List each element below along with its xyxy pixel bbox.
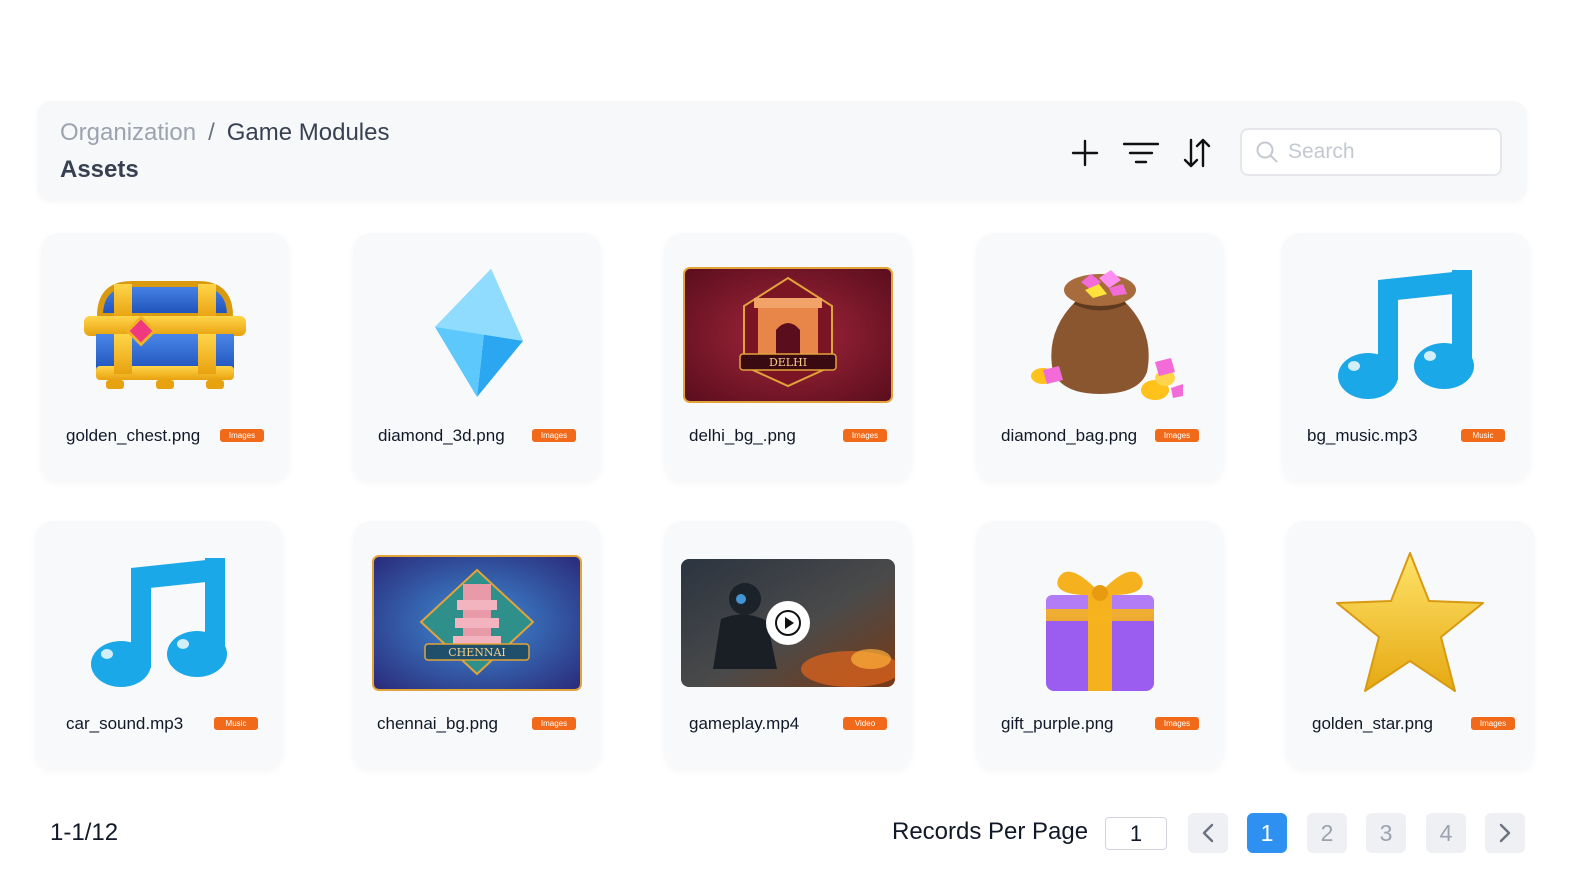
asset-thumbnail: CHENNAI xyxy=(353,549,601,697)
asset-type-badge: Images xyxy=(1155,717,1199,730)
delhi-caption: DELHI xyxy=(769,356,807,369)
asset-card[interactable]: bg_music.mp3 Music xyxy=(1282,233,1530,481)
sort-icon xyxy=(1183,138,1211,168)
asset-name: golden_star.png xyxy=(1312,714,1433,733)
asset-thumbnail xyxy=(1282,261,1530,409)
prev-page-button[interactable] xyxy=(1188,813,1228,853)
asset-type-badge: Images xyxy=(843,429,887,442)
gameplay-video-thumbnail xyxy=(681,559,895,687)
page-button-1[interactable]: 1 xyxy=(1247,813,1287,853)
asset-thumbnail xyxy=(976,261,1224,409)
asset-card[interactable]: diamond_bag.png Images xyxy=(976,233,1224,481)
chennai-caption: CHENNAI xyxy=(448,646,506,659)
asset-name: delhi_bg_.png xyxy=(689,426,796,445)
asset-name: gift_purple.png xyxy=(1001,714,1114,733)
chevron-right-icon xyxy=(1499,823,1511,843)
asset-thumbnail: DELHI xyxy=(664,261,912,409)
breadcrumb-game-modules[interactable]: Game Modules xyxy=(227,119,390,146)
asset-name: golden_chest.png xyxy=(66,426,201,445)
asset-thumbnail xyxy=(41,261,289,409)
asset-card[interactable]: golden_star.png Images xyxy=(1286,521,1534,769)
treasure-chest-image xyxy=(84,281,246,389)
add-button[interactable] xyxy=(1067,135,1103,171)
asset-type-badge: Images xyxy=(220,429,264,442)
asset-type-badge: Images xyxy=(1155,429,1199,442)
asset-type-badge: Images xyxy=(532,717,576,730)
sort-button[interactable] xyxy=(1179,135,1215,171)
asset-thumbnail xyxy=(664,549,912,697)
asset-thumbnail xyxy=(35,549,283,697)
asset-name: car_sound.mp3 xyxy=(66,714,184,733)
chennai-banner-image: CHENNAI xyxy=(372,555,582,691)
chevron-left-icon xyxy=(1202,823,1214,843)
asset-card[interactable]: gift_purple.png Images xyxy=(976,521,1224,769)
page-button-2[interactable]: 2 xyxy=(1307,813,1347,853)
asset-card[interactable]: diamond_3d.png Images xyxy=(353,233,601,481)
breadcrumb-separator: / xyxy=(208,119,215,146)
asset-type-badge: Video xyxy=(843,717,887,730)
delhi-banner-image: DELHI xyxy=(683,267,893,403)
next-page-button[interactable] xyxy=(1485,813,1525,853)
breadcrumb: Organization / Game Modules xyxy=(60,119,390,147)
records-range: 1-1/12 xyxy=(50,819,119,846)
asset-card[interactable]: golden_chest.png Images xyxy=(41,233,289,481)
records-per-page-input[interactable] xyxy=(1105,817,1167,850)
asset-name: gameplay.mp4 xyxy=(689,714,800,733)
diamond-image xyxy=(435,269,523,397)
plus-icon xyxy=(1071,139,1099,167)
asset-name: chennai_bg.png xyxy=(377,714,499,733)
asset-type-badge: Music xyxy=(1461,429,1505,442)
asset-card[interactable]: gameplay.mp4 Video xyxy=(664,521,912,769)
music-note-icon xyxy=(91,558,227,687)
page-button-3[interactable]: 3 xyxy=(1366,813,1406,853)
gold-star-image xyxy=(1336,552,1484,692)
asset-name: diamond_bag.png xyxy=(1001,426,1138,445)
search-icon xyxy=(1256,141,1278,163)
music-note-icon xyxy=(1338,270,1474,399)
asset-type-badge: Images xyxy=(1471,717,1515,730)
filter-icon xyxy=(1123,142,1159,164)
records-per-page-label: Records Per Page xyxy=(892,818,1089,845)
asset-thumbnail xyxy=(976,549,1224,697)
asset-name: diamond_3d.png xyxy=(378,426,505,445)
gem-sack-image xyxy=(1031,270,1183,400)
page-title: Assets xyxy=(60,156,139,183)
search-input[interactable] xyxy=(1288,140,1488,164)
search-box[interactable] xyxy=(1240,128,1502,176)
asset-card[interactable]: DELHI delhi_bg_.png Images xyxy=(664,233,912,481)
asset-type-badge: Music xyxy=(214,717,258,730)
page-button-4[interactable]: 4 xyxy=(1426,813,1466,853)
gift-box-image xyxy=(1046,571,1154,691)
header-bar: Organization / Game Modules Assets xyxy=(37,101,1527,201)
breadcrumb-organization[interactable]: Organization xyxy=(60,119,196,146)
asset-card[interactable]: CHENNAI chennai_bg.png Images xyxy=(353,521,601,769)
asset-type-badge: Images xyxy=(532,429,576,442)
filter-button[interactable] xyxy=(1123,135,1159,171)
asset-thumbnail xyxy=(353,261,601,409)
asset-card[interactable]: car_sound.mp3 Music xyxy=(35,521,283,769)
asset-thumbnail xyxy=(1286,549,1534,697)
asset-name: bg_music.mp3 xyxy=(1307,426,1418,445)
